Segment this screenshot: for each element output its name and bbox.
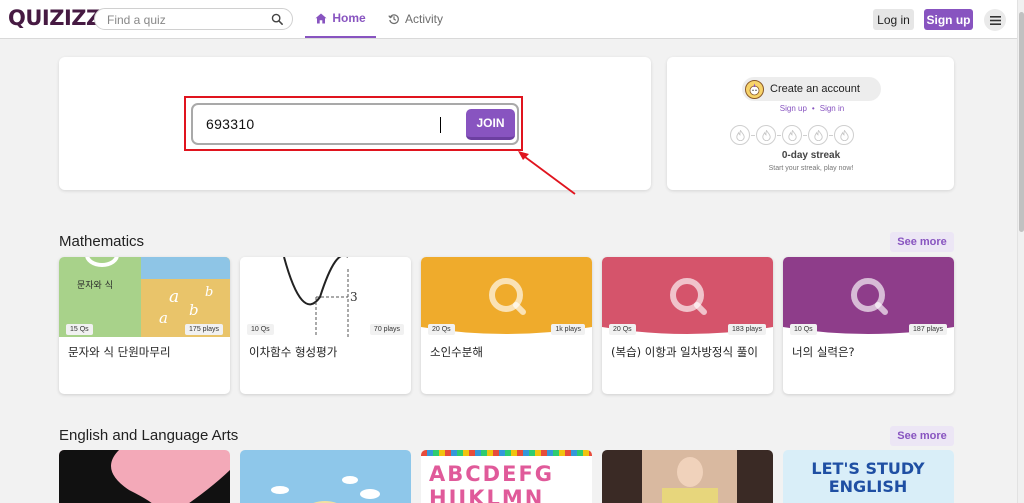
quiz-card[interactable]: LET'S STUDY ENGLISH (783, 450, 954, 503)
quiz-thumbnail (271, 476, 380, 503)
tab-home[interactable]: Home (305, 0, 376, 38)
create-account-label: Create an account (770, 83, 860, 95)
hamburger-icon (989, 15, 1001, 25)
quiz-title: 이차함수 형성평가 (249, 345, 338, 359)
page-scrollbar[interactable] (1017, 0, 1024, 503)
question-count-badge: 15 Qs (66, 324, 93, 335)
search-icon[interactable] (271, 12, 283, 26)
quiz-card[interactable] (240, 450, 411, 503)
quiz-title: 문자와 식 단원마무리 (68, 345, 171, 359)
question-count-badge: 20 Qs (428, 324, 455, 335)
signup-button[interactable]: Sign up (924, 9, 973, 30)
play-count-badge: 187 plays (909, 324, 947, 335)
streak-connector (829, 134, 833, 136)
tab-activity-label: Activity (405, 12, 444, 26)
quiz-card[interactable]: ABCDEFG HIJKLMN (421, 450, 592, 503)
search-input[interactable] (107, 12, 267, 27)
highlight-box (184, 96, 523, 151)
quiz-title: 소인수분해 (430, 345, 483, 359)
signup-link[interactable]: Sign up (780, 104, 807, 113)
link-separator: • (811, 104, 815, 113)
question-count-badge: 20 Qs (609, 324, 636, 335)
streak-title: 0-day streak (781, 150, 841, 161)
streak-flame-icon (756, 125, 776, 145)
quizizz-logo[interactable]: QUIZIZZ (8, 6, 101, 30)
quiz-card[interactable]: 문자와 식 a b b a 15 Qs 175 plays 문자와 식 단원마무… (59, 257, 230, 394)
streak-connector (777, 134, 781, 136)
quiz-card[interactable]: 10 Qs 187 plays 너의 실력은? (783, 257, 954, 394)
streak-tracker (730, 125, 890, 145)
history-icon (388, 14, 399, 25)
section-title-english: English and Language Arts (59, 427, 239, 444)
quiz-card[interactable]: 3 10 Qs 70 plays 이차함수 형성평가 (240, 257, 411, 394)
see-more-mathematics-button[interactable]: See more (890, 232, 954, 252)
streak-subtitle: Start your streak, play now! (768, 165, 854, 172)
login-button[interactable]: Log in (873, 9, 914, 30)
quiz-card[interactable]: 20 Qs 1k plays 소인수분해 (421, 257, 592, 394)
play-count-badge: 70 plays (369, 324, 404, 335)
top-navbar: QUIZIZZ Home Activity Log in Sign up (0, 0, 1017, 39)
see-more-english-button[interactable]: See more (890, 426, 954, 446)
quiz-title: 너의 실력은? (792, 345, 855, 359)
thumb-caption: ABCDEFG HIJKLMN (429, 462, 555, 503)
play-count-badge: 175 plays (185, 324, 223, 335)
quiz-card[interactable] (59, 450, 230, 503)
streak-flame-icon (730, 125, 750, 145)
play-count-badge: 183 plays (728, 324, 766, 335)
question-count-badge: 10 Qs (247, 324, 274, 335)
quiz-card[interactable] (602, 450, 773, 503)
hamburger-menu-button[interactable] (984, 9, 1006, 31)
play-count-badge: 1k plays (551, 324, 585, 335)
tab-home-label: Home (332, 11, 366, 25)
streak-connector (751, 134, 755, 136)
quiz-card[interactable]: 20 Qs 183 plays (복습) 이항과 일차방정식 풀이 (602, 257, 773, 394)
quiz-title: (복습) 이항과 일차방정식 풀이 (611, 345, 758, 359)
section-title-mathematics: Mathematics (59, 233, 145, 250)
thumb-caption: LET'S STUDY ENGLISH (811, 459, 925, 496)
auth-links: Sign up • Sign in (767, 104, 857, 113)
thumb-caption: 3 (350, 290, 358, 304)
streak-connector (803, 134, 807, 136)
search-box[interactable] (94, 8, 293, 30)
unicorn-avatar-icon (745, 79, 764, 99)
quiz-thumbnail (642, 450, 737, 503)
home-icon (315, 13, 327, 23)
thumb-caption: 문자와 식 (77, 281, 113, 291)
streak-flame-icon (782, 125, 802, 145)
question-count-badge: 10 Qs (790, 324, 817, 335)
signin-link[interactable]: Sign in (820, 104, 844, 113)
quiz-thumbnail (59, 450, 230, 503)
tab-activity[interactable]: Activity (388, 0, 448, 38)
streak-flame-icon (808, 125, 828, 145)
annotation-arrow (518, 151, 576, 195)
create-account-button[interactable]: Create an account (742, 77, 881, 101)
streak-flame-icon (834, 125, 854, 145)
scrollbar-thumb[interactable] (1019, 12, 1024, 232)
